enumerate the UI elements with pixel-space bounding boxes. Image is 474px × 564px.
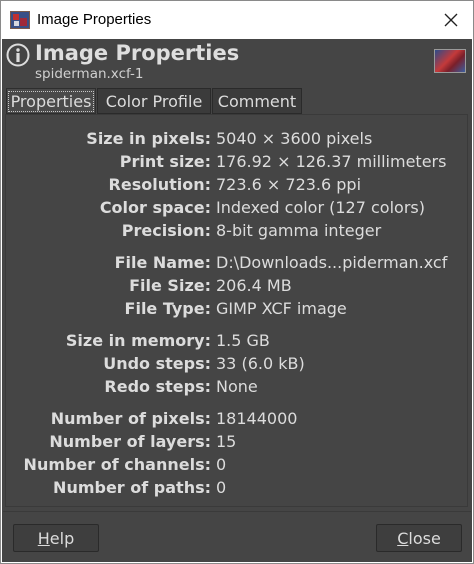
value-file-type: GIMP XCF image [216, 299, 347, 318]
close-button-mnemonic: C [397, 528, 409, 548]
title-bar[interactable]: Image Properties [1, 1, 473, 39]
value-resolution: 723.6 × 723.6 ppi [216, 175, 362, 194]
header-title: Image Properties [35, 41, 240, 65]
value-redo-steps: None [216, 377, 258, 396]
label-precision: Precision: [121, 221, 211, 240]
close-button-label: lose [408, 528, 441, 548]
gimp-app-icon [10, 11, 30, 29]
close-icon [444, 13, 458, 27]
row-color-space: Color space: Indexed color (127 colors) [6, 198, 469, 220]
close-button[interactable]: Close [376, 524, 462, 552]
label-color-space: Color space: [99, 198, 211, 217]
help-button[interactable]: Help [13, 524, 99, 552]
label-size-in-memory: Size in memory: [65, 331, 211, 350]
label-redo-steps: Redo steps: [104, 377, 211, 396]
value-print-size: 176.92 × 126.37 millimeters [216, 152, 447, 171]
window-close-button[interactable] [429, 1, 473, 39]
row-number-of-channels: Number of channels: 0 [6, 455, 469, 477]
window-title: Image Properties [37, 11, 152, 28]
tab-color-profile[interactable]: Color Profile [97, 88, 211, 114]
label-print-size: Print size: [119, 152, 211, 171]
row-file-name: File Name: D:\Downloads...piderman.xcf [6, 253, 469, 275]
value-size-in-memory: 1.5 GB [216, 331, 270, 350]
row-size-in-memory: Size in memory: 1.5 GB [6, 331, 469, 353]
tab-properties[interactable]: Properties [6, 88, 96, 114]
value-number-of-pixels: 18144000 [216, 409, 298, 428]
button-area-separator [3, 511, 471, 512]
value-color-space: Indexed color (127 colors) [216, 198, 425, 217]
info-icon [6, 43, 30, 67]
label-number-of-channels: Number of channels: [23, 455, 211, 474]
row-size-in-pixels: Size in pixels: 5040 × 3600 pixels [6, 129, 469, 151]
header-subtitle: spiderman.xcf-1 [35, 66, 144, 82]
help-button-mnemonic: H [37, 528, 50, 548]
dialog-body: Image Properties spiderman.xcf-1 Propert… [2, 39, 472, 562]
row-print-size: Print size: 176.92 × 126.37 millimeters [6, 152, 469, 174]
row-number-of-layers: Number of layers: 15 [6, 432, 469, 454]
image-properties-window: Image Properties Image Properties spider… [0, 0, 474, 564]
properties-panel: Size in pixels: 5040 × 3600 pixels Print… [5, 114, 468, 507]
value-undo-steps: 33 (6.0 kB) [216, 354, 305, 373]
row-undo-steps: Undo steps: 33 (6.0 kB) [6, 354, 469, 376]
label-resolution: Resolution: [108, 175, 211, 194]
value-number-of-layers: 15 [216, 432, 237, 451]
tab-comment-label: Comment [217, 91, 297, 111]
row-number-of-paths: Number of paths: 0 [6, 478, 469, 500]
value-number-of-paths: 0 [216, 478, 227, 497]
tab-color-profile-label: Color Profile [105, 91, 203, 111]
label-number-of-paths: Number of paths: [53, 478, 211, 497]
row-redo-steps: Redo steps: None [6, 377, 469, 399]
value-precision: 8-bit gamma integer [216, 221, 382, 240]
tab-properties-label: Properties [7, 90, 95, 112]
label-file-name: File Name: [114, 253, 211, 272]
row-file-size: File Size: 206.4 MB [6, 276, 469, 298]
label-size-in-pixels: Size in pixels: [86, 129, 211, 148]
value-number-of-channels: 0 [216, 455, 227, 474]
label-undo-steps: Undo steps: [103, 354, 211, 373]
value-file-size: 206.4 MB [216, 276, 292, 295]
row-file-type: File Type: GIMP XCF image [6, 299, 469, 321]
label-file-type: File Type: [124, 299, 211, 318]
label-file-size: File Size: [129, 276, 211, 295]
row-resolution: Resolution: 723.6 × 723.6 ppi [6, 175, 469, 197]
row-number-of-pixels: Number of pixels: 18144000 [6, 409, 469, 431]
tab-comment[interactable]: Comment [212, 88, 302, 114]
label-number-of-pixels: Number of pixels: [50, 409, 211, 428]
value-file-name: D:\Downloads...piderman.xcf [216, 253, 448, 272]
value-size-in-pixels: 5040 × 3600 pixels [216, 129, 373, 148]
label-number-of-layers: Number of layers: [49, 432, 211, 451]
help-button-label: elp [49, 528, 75, 548]
row-precision: Precision: 8-bit gamma integer [6, 221, 469, 243]
image-thumbnail [434, 49, 466, 73]
